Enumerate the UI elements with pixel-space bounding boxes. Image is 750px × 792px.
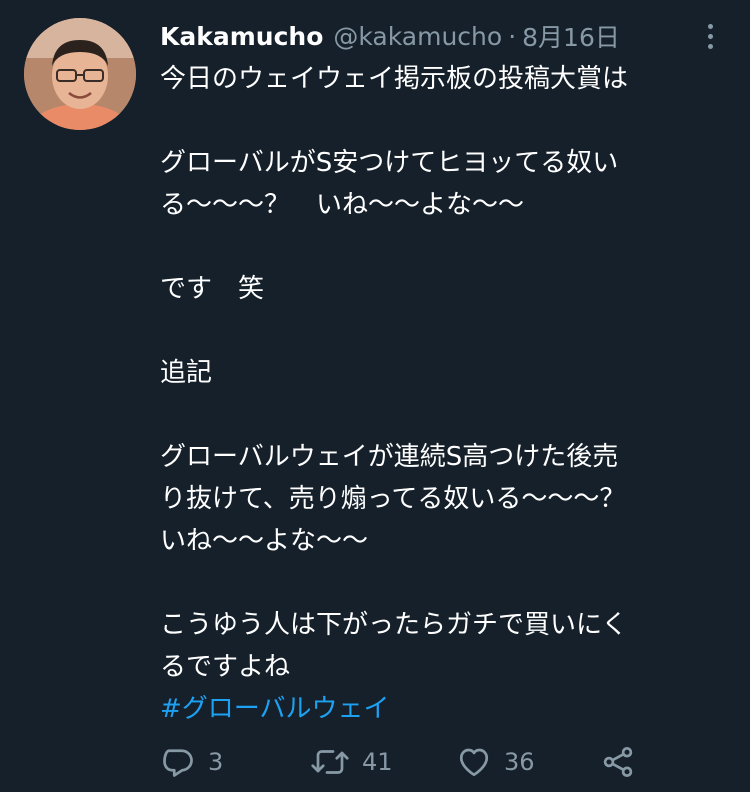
- tweet-line: 今日のウェイウェイ掲示板の投稿大賞は: [160, 64, 629, 94]
- tweet: Kakamucho @kakamucho · 8月16日 今日のウェイウェイ掲示…: [0, 0, 750, 792]
- tweet-line: [160, 100, 730, 142]
- tweet-line: るですよね: [160, 652, 291, 682]
- tweet-hashtag-line: #グローバルウェイ: [160, 688, 730, 730]
- tweet-line: り抜けて、売り煽ってる奴いる〜〜〜？: [160, 484, 626, 514]
- separator: ·: [508, 21, 517, 51]
- more-dot: [707, 23, 713, 29]
- tweet-line: いね〜〜よな〜〜: [160, 526, 369, 556]
- share-button[interactable]: [600, 740, 636, 784]
- retweet-button[interactable]: 41: [310, 740, 393, 784]
- avatar[interactable]: [24, 18, 136, 130]
- retweet-icon: [311, 750, 349, 774]
- tweet-line: [160, 562, 730, 604]
- retweet-count: 41: [362, 748, 393, 776]
- action-bar: 3 41 36: [160, 740, 640, 784]
- like-count: 36: [504, 748, 535, 776]
- reply-button[interactable]: 3: [160, 740, 223, 784]
- tweet-line: る〜〜〜？ いね〜〜よな〜〜: [160, 190, 525, 220]
- avatar-image: [24, 18, 136, 130]
- more-dot: [707, 43, 713, 49]
- like-button[interactable]: 36: [456, 740, 535, 784]
- tweet-line: グローバルがS安つけてヒヨッてる奴い: [160, 148, 619, 178]
- reply-count: 3: [208, 748, 224, 776]
- tweet-date[interactable]: 8月16日: [522, 18, 620, 54]
- tweet-line: [160, 226, 730, 268]
- more-icon[interactable]: [698, 18, 722, 54]
- tweet-line: [160, 394, 730, 436]
- tweet-line: こうゆう人は下がったらガチで買いにく: [160, 610, 628, 640]
- hashtag-link[interactable]: #グローバルウェイ: [160, 694, 390, 724]
- user-handle[interactable]: @kakamucho: [333, 22, 502, 51]
- tweet-line: グローバルウェイが連続S高つけた後売: [160, 442, 619, 472]
- tweet-text: 今日のウェイウェイ掲示板の投稿大賞は グローバルがS安つけてヒヨッてる奴い る〜…: [160, 58, 730, 730]
- more-dot: [707, 33, 713, 39]
- tweet-line: 追記: [160, 358, 213, 388]
- tweet-line: [160, 310, 730, 352]
- reply-icon: [163, 749, 193, 777]
- tweet-line: です 笑: [160, 274, 265, 304]
- share-icon: [603, 747, 633, 777]
- display-name[interactable]: Kakamucho: [160, 22, 323, 51]
- tweet-header: Kakamucho @kakamucho · 8月16日: [160, 16, 620, 56]
- heart-icon: [459, 748, 489, 777]
